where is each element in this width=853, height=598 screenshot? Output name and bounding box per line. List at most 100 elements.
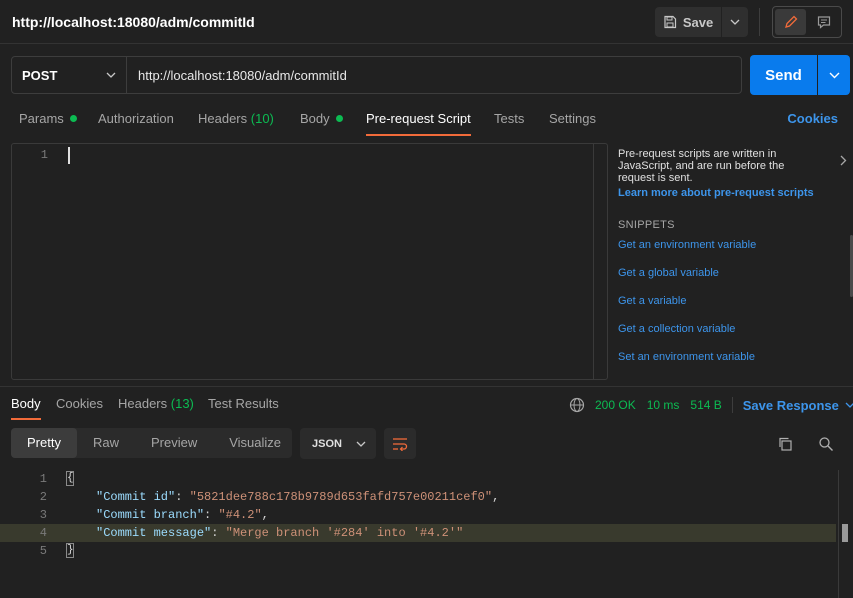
response-headers-label: Headers	[118, 396, 168, 411]
json-value: "#4.2"	[218, 508, 262, 522]
status-code[interactable]: 200 OK	[595, 398, 636, 412]
code-line: 2 "Commit id": "5821dee788c178b9789d653f…	[0, 488, 836, 506]
body-indicator-dot	[335, 115, 343, 122]
json-colon: :	[175, 490, 190, 504]
copy-icon[interactable]	[777, 436, 793, 452]
send-options-button[interactable]	[818, 55, 850, 95]
learn-more-link[interactable]: Learn more about pre-request scripts	[618, 187, 814, 199]
tab-response-cookies[interactable]: Cookies	[56, 390, 103, 420]
json-colon: :	[204, 508, 219, 522]
save-response-label: Save Response	[742, 397, 839, 413]
search-icon[interactable]	[818, 436, 834, 452]
editor-mode-toggle	[772, 6, 842, 38]
chevron-down-icon	[356, 441, 366, 447]
tab-body-label: Body	[300, 111, 330, 126]
format-label: JSON	[312, 437, 342, 450]
send-group: Send	[750, 55, 850, 95]
comment-icon	[817, 16, 830, 29]
view-visualize-button[interactable]: Visualize	[213, 428, 297, 458]
tab-params[interactable]: Params	[19, 104, 77, 136]
send-button[interactable]: Send	[750, 55, 817, 95]
header-divider	[759, 8, 760, 36]
text-cursor	[68, 147, 70, 164]
fold-open-brace[interactable]: {	[66, 471, 74, 486]
snippet-link[interactable]: Set an environment variable	[618, 351, 755, 363]
edit-mode-button[interactable]	[775, 9, 806, 35]
chevron-down-icon	[730, 19, 740, 25]
format-select[interactable]: JSON	[300, 428, 376, 459]
globe-icon[interactable]	[569, 397, 585, 413]
tab-headers[interactable]: Headers (10)	[198, 104, 274, 136]
method-label: POST	[22, 67, 58, 83]
code-line-text: "Commit message": "Merge branch '#284' i…	[96, 524, 463, 542]
code-line: 5 }	[0, 542, 836, 560]
code-line: 3 "Commit branch": "#4.2",	[0, 506, 836, 524]
response-scrollbar-thumb[interactable]	[842, 524, 848, 542]
json-colon: :	[211, 526, 226, 540]
tab-headers-label: Headers	[198, 111, 248, 126]
json-comma: ,	[492, 490, 500, 504]
headers-count: (10)	[250, 111, 274, 126]
json-key: "Commit branch"	[96, 508, 205, 522]
snippet-link[interactable]: Get a variable	[618, 295, 686, 307]
url-input[interactable]	[127, 57, 741, 93]
snippet-link[interactable]: Get a collection variable	[618, 323, 735, 335]
tab-authorization[interactable]: Authorization	[98, 104, 174, 136]
tab-response-body[interactable]: Body	[11, 390, 41, 420]
snippet-link[interactable]: Get an environment variable	[618, 239, 756, 251]
tab-settings[interactable]: Settings	[549, 104, 596, 136]
tab-response-headers[interactable]: Headers (13)	[118, 390, 194, 420]
response-headers-count: (13)	[170, 396, 194, 411]
line-number: 1	[40, 148, 48, 162]
json-value: "Merge branch '#284' into '#4.2'"	[225, 526, 464, 540]
chevron-down-icon	[845, 402, 853, 408]
view-mode-bar: Pretty Raw Preview Visualize	[11, 428, 292, 458]
save-options-button[interactable]	[722, 7, 748, 37]
code-line-number: 1	[39, 472, 47, 486]
request-url-bar: POST	[11, 56, 742, 94]
code-line-number: 4	[39, 526, 47, 540]
tab-test-results[interactable]: Test Results	[208, 390, 279, 420]
response-size[interactable]: 514 B	[690, 398, 721, 412]
wrap-lines-icon	[393, 437, 408, 451]
chevron-right-icon[interactable]	[840, 155, 847, 166]
fold-close-brace[interactable]: }	[66, 543, 74, 558]
tab-pre-request-script[interactable]: Pre-request Script	[366, 104, 471, 136]
tab-tests[interactable]: Tests	[494, 104, 524, 136]
snippets-panel: Pre-request scripts are written in JavaS…	[618, 143, 853, 380]
tab-body[interactable]: Body	[300, 104, 343, 136]
method-select[interactable]: POST	[12, 57, 127, 93]
chevron-down-icon	[829, 72, 839, 78]
save-label: Save	[682, 14, 714, 30]
json-key: "Commit id"	[96, 490, 176, 504]
pre-request-script-editor[interactable]: 1	[11, 143, 608, 380]
wrap-lines-button[interactable]	[384, 428, 416, 459]
save-icon	[664, 15, 676, 29]
save-response-button[interactable]: Save Response	[743, 398, 853, 413]
json-key: "Commit message"	[96, 526, 212, 540]
code-line-highlighted: 4 "Commit message": "Merge branch '#284'…	[0, 524, 836, 542]
response-body-viewer[interactable]: 1 { 2 "Commit id": "5821dee788c178b9789d…	[0, 470, 853, 598]
response-tabs: Body Cookies Headers (13) Test Results	[0, 390, 560, 420]
title-bar: http://localhost:18080/adm/commitId Save	[0, 0, 853, 44]
chevron-down-icon	[106, 72, 116, 78]
comments-button[interactable]	[808, 9, 839, 35]
save-button[interactable]: Save	[655, 7, 721, 37]
pane-divider[interactable]	[0, 386, 853, 387]
params-indicator-dot	[69, 115, 77, 122]
view-preview-button[interactable]: Preview	[135, 428, 213, 458]
json-comma: ,	[261, 508, 269, 522]
editor-scrollbar-track	[593, 144, 594, 379]
cookies-link[interactable]: Cookies	[787, 111, 838, 126]
code-line-number: 5	[39, 544, 47, 558]
snippet-link[interactable]: Get a global variable	[618, 267, 719, 279]
request-tabs: Params Authorization Headers (10) Body P…	[0, 104, 853, 136]
code-line-text: "Commit branch": "#4.2",	[96, 506, 269, 524]
response-time[interactable]: 10 ms	[647, 398, 680, 412]
save-group: Save	[655, 7, 748, 37]
view-pretty-button[interactable]: Pretty	[11, 428, 77, 458]
response-meta: 200 OK 10 ms 514 B Save Response	[569, 396, 853, 414]
meta-divider	[731, 397, 733, 413]
request-title[interactable]: http://localhost:18080/adm/commitId	[12, 14, 255, 30]
view-raw-button[interactable]: Raw	[77, 428, 135, 458]
